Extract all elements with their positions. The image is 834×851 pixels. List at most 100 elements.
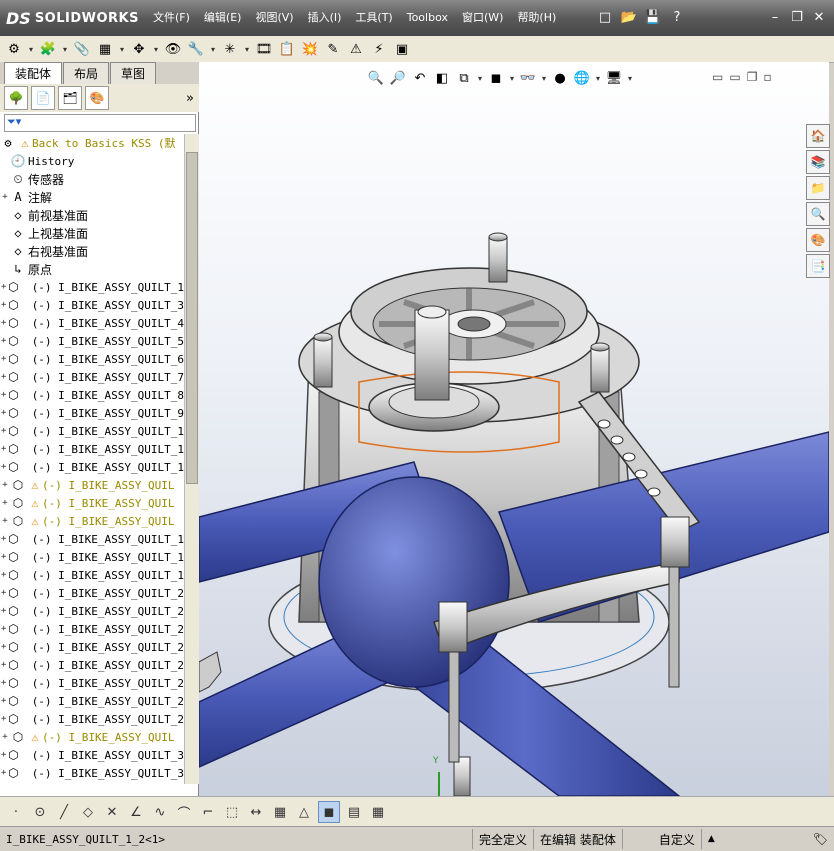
display-manager-icon[interactable]: 🎨 (85, 86, 109, 110)
display-style-icon[interactable]: ◼ (486, 68, 506, 88)
expand-icon[interactable]: + (0, 318, 7, 328)
polygon-icon[interactable]: ◇ (78, 802, 98, 822)
expand-icon[interactable]: + (0, 678, 7, 688)
mate-icon[interactable]: 📎 (72, 39, 92, 59)
menu-help[interactable]: 帮助(H) (510, 0, 563, 36)
tree-part[interactable]: + ⬡ (-) I_BIKE_ASSY_QUILT_1 (0, 422, 184, 440)
tree-part[interactable]: + ⬡ (-) I_BIKE_ASSY_QUILT_6 (0, 350, 184, 368)
tab-layout[interactable]: 布局 (63, 62, 110, 84)
menu-view[interactable]: 视图(V) (248, 0, 300, 36)
shaded-view-icon[interactable]: ◼ (318, 801, 340, 823)
expand-icon[interactable]: + (0, 570, 7, 580)
expand-icon[interactable]: + (0, 426, 7, 436)
tab-sketch[interactable]: 草图 (110, 62, 157, 84)
zoom-to-area-icon[interactable]: 🔎 (388, 68, 408, 88)
dropdown-chevron-icon[interactable]: ▾ (61, 39, 69, 59)
menu-edit[interactable]: 编辑(E) (197, 0, 249, 36)
property-manager-icon[interactable]: 📄 (31, 86, 55, 110)
expand-icon[interactable]: + (0, 516, 10, 526)
expand-icon[interactable]: + (0, 498, 10, 508)
apply-scene-icon[interactable]: 🌐 (572, 68, 592, 88)
rectangle-icon[interactable]: ⬚ (222, 802, 242, 822)
triangle-icon[interactable]: △ (294, 802, 314, 822)
edit-appearance-icon[interactable]: ● (550, 68, 570, 88)
design-library-icon[interactable]: 📚 (806, 150, 830, 174)
tree-part[interactable]: + ⬡ (-) I_BIKE_ASSY_QUILT_5 (0, 332, 184, 350)
tree-part[interactable]: + ⬡ (-) I_BIKE_ASSY_QUILT_3 (0, 746, 184, 764)
tree-part[interactable]: + ⬡ (-) I_BIKE_ASSY_QUILT_2 (0, 584, 184, 602)
expand-icon[interactable]: + (0, 534, 7, 544)
menu-tools[interactable]: 工具(T) (348, 0, 399, 36)
grid-icon[interactable]: ▦ (270, 802, 290, 822)
graphics-area[interactable]: Y X (199, 62, 829, 796)
tree-scrollbar-thumb[interactable] (186, 152, 198, 484)
expand-icon[interactable]: + (0, 732, 10, 742)
tree-part[interactable]: + ⬡ (-) I_BIKE_ASSY_QUILT_1 (0, 440, 184, 458)
doc-close-icon[interactable]: ▫ (763, 70, 771, 84)
view-panel-icon[interactable]: ▤ (344, 802, 364, 822)
point-icon[interactable]: · (6, 802, 26, 822)
tree-part[interactable]: + ⬡ (-) I_BIKE_ASSY_QUILT_8 (0, 386, 184, 404)
close-icon[interactable]: ✕ (810, 8, 828, 26)
expand-icon[interactable]: + (0, 750, 7, 760)
tab-assembly[interactable]: 装配体 (4, 62, 63, 84)
tree-part[interactable]: + ⬡ ⚠ (-) I_BIKE_ASSY_QUIL (0, 494, 184, 512)
circle-icon[interactable]: ⊙ (30, 802, 50, 822)
tree-part[interactable]: + ⬡ (-) I_BIKE_ASSY_QUILT_2 (0, 638, 184, 656)
angle-icon[interactable]: ∠ (126, 802, 146, 822)
tree-part[interactable]: + ⬡ (-) I_BIKE_ASSY_QUILT_2 (0, 692, 184, 710)
tree-item[interactable]: 🕘 History (0, 152, 184, 170)
section-view-icon[interactable]: ◧ (432, 68, 452, 88)
tree-part[interactable]: + ⬡ (-) I_BIKE_ASSY_QUILT_1 (0, 530, 184, 548)
app-logo[interactable]: DS SOLIDWORKS (6, 6, 139, 30)
solidworks-resources-icon[interactable]: 🏠 (806, 124, 830, 148)
tree-part[interactable]: + ⬡ (-) I_BIKE_ASSY_QUILT_2 (0, 620, 184, 638)
expand-icon[interactable]: + (0, 660, 7, 670)
expand-icon[interactable]: + (0, 354, 7, 364)
component-pattern-icon[interactable]: ▦ (95, 39, 115, 59)
tree-part[interactable]: + ⬡ (-) I_BIKE_ASSY_QUILT_2 (0, 674, 184, 692)
spline-icon[interactable]: ∿ (150, 802, 170, 822)
bike-hub-model[interactable] (199, 62, 829, 796)
tree-item[interactable]: ◇ 上视基准面 (0, 224, 184, 242)
insert-component-icon[interactable]: 🧩 (38, 39, 58, 59)
filter-icon[interactable]: ⏷▾ (5, 115, 21, 128)
arc-icon[interactable]: ⌒ (174, 802, 194, 822)
expand-icon[interactable]: + (0, 408, 7, 418)
dropdown-chevron-icon[interactable]: ▾ (118, 39, 126, 59)
custom-properties-icon[interactable]: 📑 (806, 254, 830, 278)
tree-item[interactable]: ◇ 右视基准面 (0, 242, 184, 260)
expand-icon[interactable]: + (0, 480, 10, 490)
view-orientation-icon[interactable]: ⧉ (454, 68, 474, 88)
edit-component-icon[interactable]: ⚙ (4, 39, 24, 59)
expand-panel-icon[interactable]: » (186, 91, 194, 106)
tree-part[interactable]: + ⬡ ⚠ (-) I_BIKE_ASSY_QUIL (0, 476, 184, 494)
minimize-icon[interactable]: – (766, 8, 784, 26)
expand-icon[interactable]: + (0, 714, 7, 724)
tag-icon[interactable]: 🏷 (807, 829, 834, 849)
corner-icon[interactable]: ⌐ (198, 802, 218, 822)
dropdown-chevron-icon[interactable]: ▾ (508, 68, 516, 88)
large-assembly-icon[interactable]: ▣ (392, 39, 412, 59)
dimension-icon[interactable]: ↔ (246, 802, 266, 822)
dropdown-chevron-icon[interactable]: ▾ (209, 39, 217, 59)
explode-line-sketch-icon[interactable]: ✎ (323, 39, 343, 59)
tree-root[interactable]: ⚙ ⚠ Back to Basics KSS (默 (0, 134, 184, 152)
tree-part[interactable]: + ⬡ (-) I_BIKE_ASSY_QUILT_2 (0, 656, 184, 674)
search-icon[interactable]: 🔍 (806, 202, 830, 226)
tree-part[interactable]: + ⬡ (-) I_BIKE_ASSY_QUILT_1 (0, 548, 184, 566)
new-motion-study-icon[interactable]: 🎞 (254, 39, 274, 59)
zoom-to-fit-icon[interactable]: 🔍 (366, 68, 386, 88)
move-component-icon[interactable]: ✥ (129, 39, 149, 59)
menu-file[interactable]: 文件(F) (146, 0, 197, 36)
tree-part[interactable]: + ⬡ (-) I_BIKE_ASSY_QUILT_2 (0, 602, 184, 620)
menu-window[interactable]: 窗口(W) (455, 0, 510, 36)
feature-manager-icon[interactable]: 🌳 (4, 86, 28, 110)
help-icon[interactable]: ? (668, 8, 686, 26)
expand-icon[interactable]: + (0, 462, 7, 472)
expand-icon[interactable]: + (0, 696, 7, 706)
dropdown-chevron-icon[interactable]: ▾ (594, 68, 602, 88)
dropdown-chevron-icon[interactable]: ▾ (152, 39, 160, 59)
dropdown-chevron-icon[interactable]: ▾ (243, 39, 251, 59)
dropdown-chevron-icon[interactable]: ▾ (27, 39, 35, 59)
